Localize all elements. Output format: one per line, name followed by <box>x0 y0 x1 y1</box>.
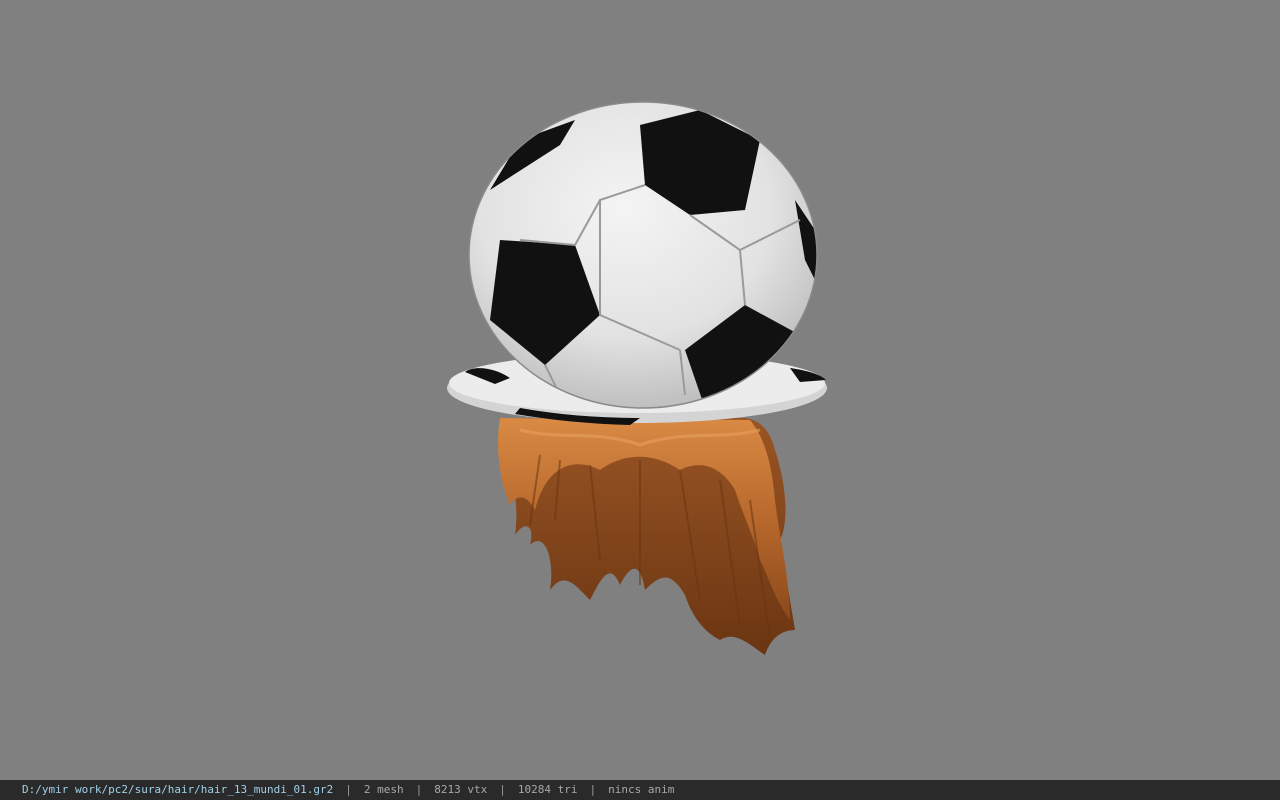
mesh-count-label: 2 mesh <box>363 783 404 796</box>
separator: | <box>415 783 423 796</box>
3d-viewport[interactable] <box>0 0 1280 780</box>
animation-status-label: nincs anim <box>608 783 675 796</box>
hair-mesh <box>498 418 795 655</box>
separator: | <box>499 783 506 796</box>
soccer-ball-icon <box>468 101 818 409</box>
status-bar: D:/ymir work/pc2/sura/hair/hair_13_mundi… <box>0 780 1280 800</box>
model-render <box>447 101 827 655</box>
vertex-count-label: 8213 vtx <box>434 783 488 796</box>
file-path-label: D:/ymir work/pc2/sura/hair/hair_13_mundi… <box>22 783 334 796</box>
separator: | <box>345 783 352 796</box>
triangle-count-label: 10284 tri <box>517 783 578 796</box>
separator: | <box>589 783 597 796</box>
